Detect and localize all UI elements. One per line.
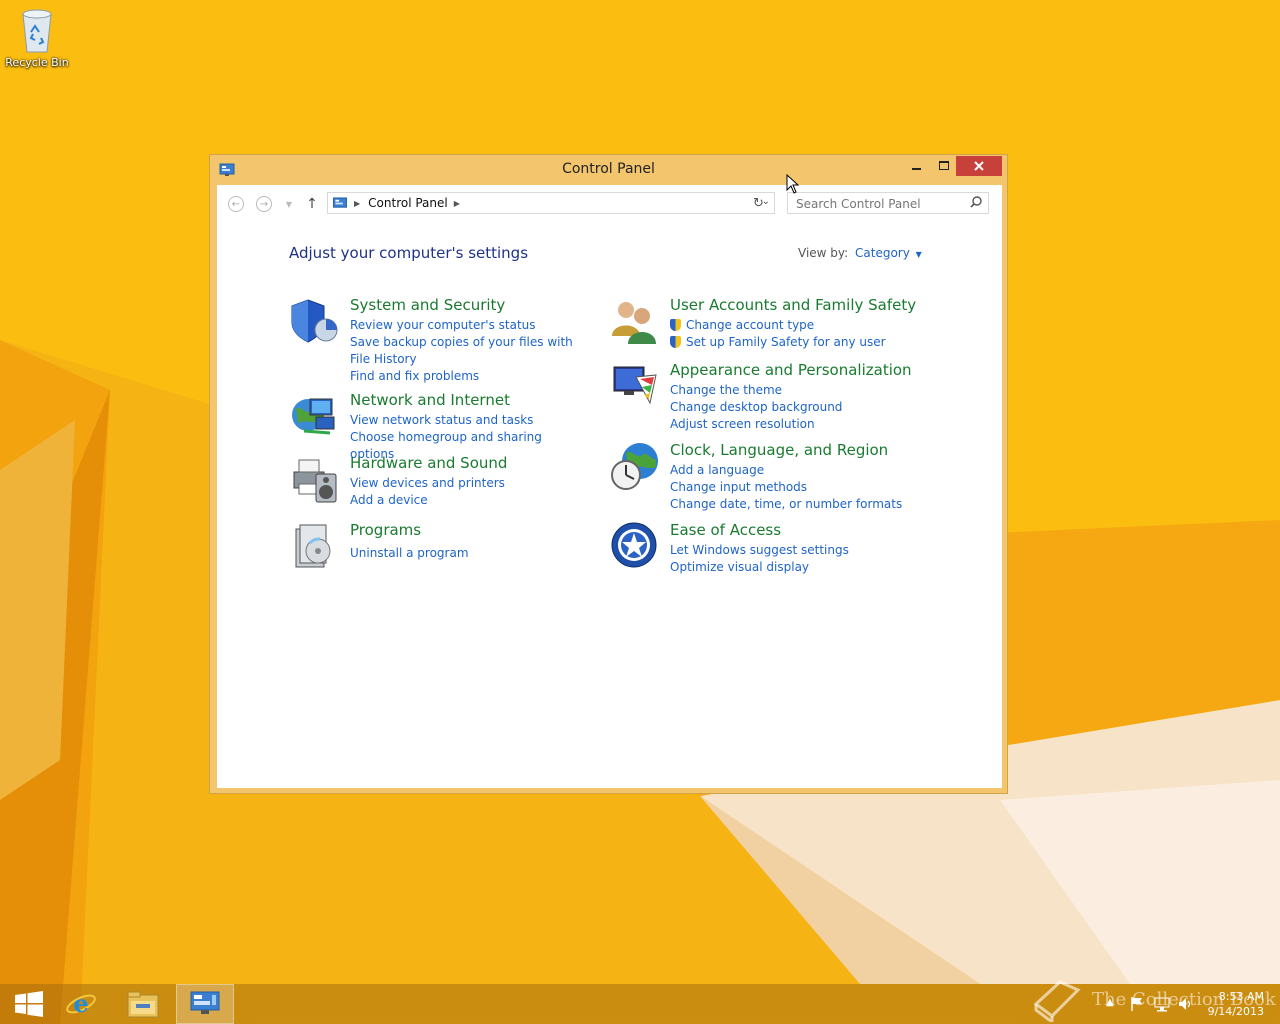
action-center-flag-icon[interactable]: [1130, 996, 1144, 1012]
category-link[interactable]: View network status and tasks: [350, 412, 580, 429]
category-link[interactable]: Change desktop background: [670, 399, 930, 416]
search-icon[interactable]: [970, 196, 982, 211]
maximize-button[interactable]: [933, 156, 955, 176]
monitor-palette-icon[interactable]: [610, 361, 660, 411]
category-link[interactable]: Change account type: [670, 317, 930, 334]
svg-text:e: e: [73, 989, 88, 1018]
category-link[interactable]: Let Windows suggest settings: [670, 542, 930, 559]
category-link[interactable]: Adjust screen resolution: [670, 416, 930, 433]
chevron-up-icon: ▲: [1106, 997, 1114, 1008]
category-link[interactable]: Save backup copies of your files with Fi…: [350, 334, 580, 368]
users-icon[interactable]: [610, 296, 660, 346]
forward-arrow-icon: →: [256, 196, 272, 212]
category-link[interactable]: View devices and printers: [350, 475, 580, 492]
category-link[interactable]: Add a language: [670, 462, 930, 479]
category-link[interactable]: Find and fix problems: [350, 368, 580, 385]
page-heading: Adjust your computer's settings: [289, 244, 529, 262]
folder-icon: [127, 991, 159, 1018]
title-bar[interactable]: Control Panel: [210, 155, 1007, 185]
search-input[interactable]: [794, 194, 968, 214]
clock-globe-icon[interactable]: [610, 441, 660, 491]
up-arrow-icon: ↑: [306, 196, 318, 212]
category-title[interactable]: User Accounts and Family Safety: [670, 296, 916, 314]
minimize-button[interactable]: [907, 156, 927, 176]
category-link[interactable]: Add a device: [350, 492, 580, 509]
navigation-bar: ← → ▼ ↑ ▶ Control Panel ▶ ⌄ ↻: [217, 185, 1002, 223]
chevron-down-icon: ▼: [285, 199, 293, 209]
up-button[interactable]: ↑: [303, 195, 321, 213]
minimize-icon: [912, 168, 921, 170]
category-link[interactable]: Change the theme: [670, 382, 930, 399]
network-globe-icon[interactable]: [290, 391, 340, 441]
category-title[interactable]: System and Security: [350, 296, 505, 314]
clock-time: 8:53 AM: [1218, 990, 1264, 1003]
window-content: ← → ▼ ↑ ▶ Control Panel ▶ ⌄ ↻ Adjust you…: [217, 185, 1002, 788]
control-panel-taskbar-button[interactable]: [176, 984, 234, 1024]
programs-icon[interactable]: [290, 521, 340, 571]
view-by-value: Category: [855, 246, 910, 260]
control-panel-icon: [190, 991, 220, 1014]
recent-locations-button[interactable]: ▼: [280, 195, 298, 213]
file-explorer-button[interactable]: [114, 984, 172, 1024]
category-title[interactable]: Ease of Access: [670, 521, 781, 539]
category-title[interactable]: Clock, Language, and Region: [670, 441, 888, 459]
category-title[interactable]: Hardware and Sound: [350, 454, 507, 472]
recycle-bin-label: Recycle Bin: [5, 56, 69, 69]
maximize-icon: [938, 161, 949, 170]
refresh-button[interactable]: ↻: [753, 196, 764, 211]
printer-speaker-icon[interactable]: [290, 454, 340, 504]
control-panel-window: Control Panel ← → ▼ ↑ ▶ Control Panel ▶ …: [209, 154, 1008, 794]
category-link[interactable]: Set up Family Safety for any user: [670, 334, 930, 351]
internet-explorer-button[interactable]: e: [52, 984, 110, 1024]
address-bar[interactable]: ▶ Control Panel ▶ ⌄: [327, 192, 775, 214]
breadcrumb-separator-icon: ▶: [354, 198, 361, 208]
category-link[interactable]: Change date, time, or number formats: [670, 496, 930, 513]
recycle-bin[interactable]: Recycle Bin: [4, 6, 70, 69]
system-clock[interactable]: 8:53 AM 9/14/2013: [1208, 989, 1264, 1019]
category-title[interactable]: Programs: [350, 521, 421, 539]
search-box[interactable]: [787, 192, 989, 214]
category-title[interactable]: Appearance and Personalization: [670, 361, 912, 379]
ease-of-access-icon[interactable]: [610, 521, 660, 571]
windows-logo-icon: [15, 991, 43, 1017]
close-button[interactable]: [956, 156, 1002, 176]
view-by-dropdown[interactable]: Category ▼: [855, 246, 922, 260]
refresh-icon: ↻: [753, 196, 764, 211]
close-icon: [974, 161, 984, 171]
back-button[interactable]: ←: [227, 195, 245, 213]
clock-date: 9/14/2013: [1207, 1005, 1264, 1018]
category-link[interactable]: Review your computer's status: [350, 317, 580, 334]
category-link[interactable]: Optimize visual display: [670, 559, 930, 576]
recycle-bin-icon: [22, 9, 52, 53]
back-arrow-icon: ←: [228, 196, 244, 212]
control-panel-small-icon: [333, 196, 347, 208]
mouse-cursor-icon: [786, 174, 800, 194]
window-title: Control Panel: [562, 161, 655, 177]
category-link[interactable]: Change input methods: [670, 479, 930, 496]
volume-icon[interactable]: [1178, 996, 1194, 1012]
chevron-down-icon: ▼: [915, 250, 922, 259]
breadcrumb-separator-icon[interactable]: ▶: [454, 199, 460, 208]
show-hidden-icons-button[interactable]: ▲: [1106, 997, 1114, 1008]
network-icon[interactable]: [1154, 996, 1170, 1012]
view-by-label: View by:: [798, 246, 849, 260]
start-button[interactable]: [0, 984, 58, 1024]
forward-button[interactable]: →: [255, 195, 273, 213]
watermark-book-icon: [1033, 980, 1081, 1022]
shield-icon[interactable]: [290, 296, 340, 346]
taskbar: e The Collection Book ▲ 8:53 AM 9/14/201…: [0, 980, 1280, 1024]
category-title[interactable]: Network and Internet: [350, 391, 510, 409]
internet-explorer-icon: e: [66, 989, 96, 1018]
breadcrumb-control-panel[interactable]: Control Panel: [368, 196, 448, 210]
category-link[interactable]: Uninstall a program: [350, 545, 580, 562]
